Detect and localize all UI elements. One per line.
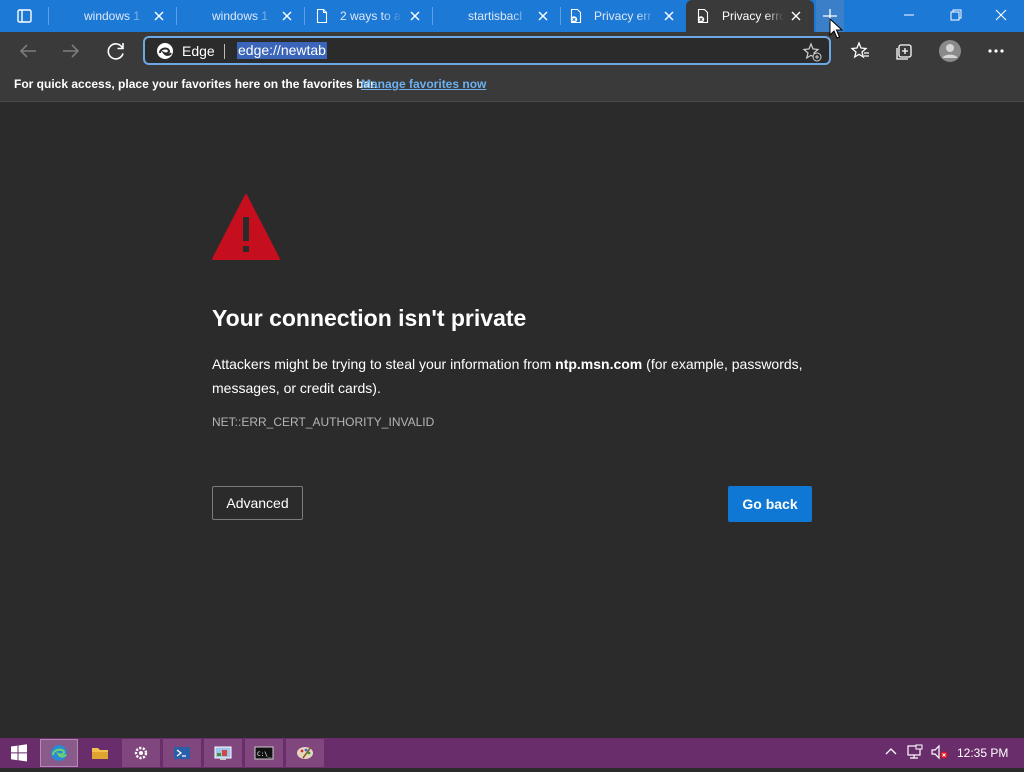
network-icon[interactable] — [906, 744, 924, 760]
back-button[interactable] — [12, 35, 44, 67]
warning-triangle-icon — [212, 194, 280, 260]
tab-label: Privacy err — [594, 9, 652, 23]
close-tab-icon[interactable] — [536, 9, 550, 23]
paint-icon — [297, 746, 313, 759]
tab-6-active[interactable]: Privacy erro — [686, 0, 814, 32]
collections-icon — [896, 44, 912, 60]
advanced-button[interactable]: Advanced — [212, 486, 303, 520]
taskbar-file-explorer[interactable] — [81, 739, 119, 767]
error-code: NET::ERR_CERT_AUTHORITY_INVALID — [212, 415, 435, 429]
address-bar[interactable]: Edge edge://newtab — [143, 36, 831, 65]
document-icon — [316, 8, 328, 24]
tab-2[interactable]: windows 1 — [178, 0, 302, 32]
tab-5[interactable]: Privacy err — [562, 0, 684, 32]
address-divider — [224, 44, 225, 59]
taskbar-paint[interactable] — [286, 739, 324, 767]
svg-text:C:\_: C:\_ — [257, 751, 272, 758]
tab-actions-icon — [17, 9, 32, 23]
volume-muted-icon[interactable] — [930, 744, 950, 760]
edge-site-label: Edge — [182, 43, 215, 59]
tab-label: Privacy erro — [722, 9, 784, 23]
tab-label: startisbacl — [468, 9, 523, 23]
powershell-icon — [174, 747, 190, 759]
start-button[interactable] — [0, 739, 38, 767]
mouse-cursor-icon — [829, 18, 843, 39]
error-title: Your connection isn't private — [212, 305, 527, 331]
close-tab-icon[interactable] — [662, 9, 676, 23]
url-text[interactable]: edge://newtab — [237, 42, 327, 59]
go-back-button[interactable]: Go back — [728, 486, 812, 522]
tab-bar: windows 1 windows 1 2 ways to a startisb… — [0, 0, 1024, 32]
tab-4[interactable]: startisbacl — [434, 0, 558, 32]
arrow-left-icon — [19, 44, 36, 58]
favorites-button[interactable] — [844, 35, 876, 67]
close-window-button[interactable] — [978, 0, 1024, 32]
taskbar-powershell[interactable] — [163, 739, 201, 767]
close-icon — [995, 9, 1007, 21]
arrow-right-icon — [63, 44, 80, 58]
control-panel-icon — [214, 746, 232, 760]
document-error-icon — [697, 8, 709, 24]
error-description-prefix: Attackers might be trying to steal your … — [212, 356, 552, 372]
error-description: Attackers might be trying to steal your … — [212, 352, 812, 400]
taskbar-clock[interactable]: 12:35 PM — [957, 746, 1008, 760]
tab-1[interactable]: windows 1 — [50, 0, 174, 32]
tab-separator — [48, 7, 49, 25]
taskbar-edge[interactable] — [40, 739, 78, 767]
minimize-button[interactable] — [886, 0, 932, 32]
settings-icon — [134, 746, 148, 760]
taskbar-settings[interactable] — [122, 739, 160, 767]
settings-more-button[interactable] — [980, 35, 1012, 67]
more-dots-icon — [988, 49, 1004, 53]
minimize-icon — [904, 14, 914, 16]
restore-icon — [950, 9, 962, 21]
close-tab-icon[interactable] — [789, 9, 803, 23]
document-error-icon — [570, 8, 582, 24]
edge-icon — [51, 745, 67, 761]
favorites-star-icon — [850, 41, 869, 59]
close-tab-icon[interactable] — [408, 9, 422, 23]
tab-label: windows 1 — [212, 9, 269, 23]
windows-start-icon — [11, 744, 27, 762]
tab-label: windows 1 — [84, 9, 141, 23]
refresh-button[interactable] — [100, 35, 132, 67]
taskbar-command-prompt[interactable]: C:\_ — [245, 739, 283, 767]
avatar-icon — [939, 40, 961, 62]
file-explorer-icon — [92, 748, 108, 759]
forward-button[interactable] — [55, 35, 87, 67]
restore-button[interactable] — [932, 0, 978, 32]
manage-favorites-link[interactable]: Manage favorites now — [361, 77, 486, 91]
edge-logo-icon — [157, 43, 173, 59]
taskbar-control-panel[interactable] — [204, 739, 242, 767]
tab-separator — [176, 7, 177, 25]
tab-actions-button[interactable] — [8, 0, 40, 32]
tab-label: 2 ways to a — [340, 9, 401, 23]
command-prompt-icon: C:\_ — [254, 746, 274, 760]
tab-separator — [560, 7, 561, 25]
tab-separator — [432, 7, 433, 25]
navigation-toolbar: Edge edge://newtab — [0, 32, 1024, 70]
show-hidden-icons-chevron-icon[interactable] — [884, 745, 898, 759]
error-domain: ntp.msn.com — [555, 356, 643, 372]
add-favorite-star-icon[interactable] — [801, 41, 823, 63]
close-tab-icon[interactable] — [152, 9, 166, 23]
windows-taskbar: C:\_ 12:35 PM — [0, 738, 1024, 768]
favorites-bar: For quick access, place your favorites h… — [0, 70, 1024, 102]
refresh-icon — [107, 43, 124, 60]
tab-3[interactable]: 2 ways to a — [306, 0, 430, 32]
collections-button[interactable] — [888, 35, 920, 67]
close-tab-icon[interactable] — [280, 9, 294, 23]
favorites-bar-message: For quick access, place your favorites h… — [14, 77, 378, 91]
tab-separator — [304, 7, 305, 25]
profile-button[interactable] — [934, 35, 966, 67]
